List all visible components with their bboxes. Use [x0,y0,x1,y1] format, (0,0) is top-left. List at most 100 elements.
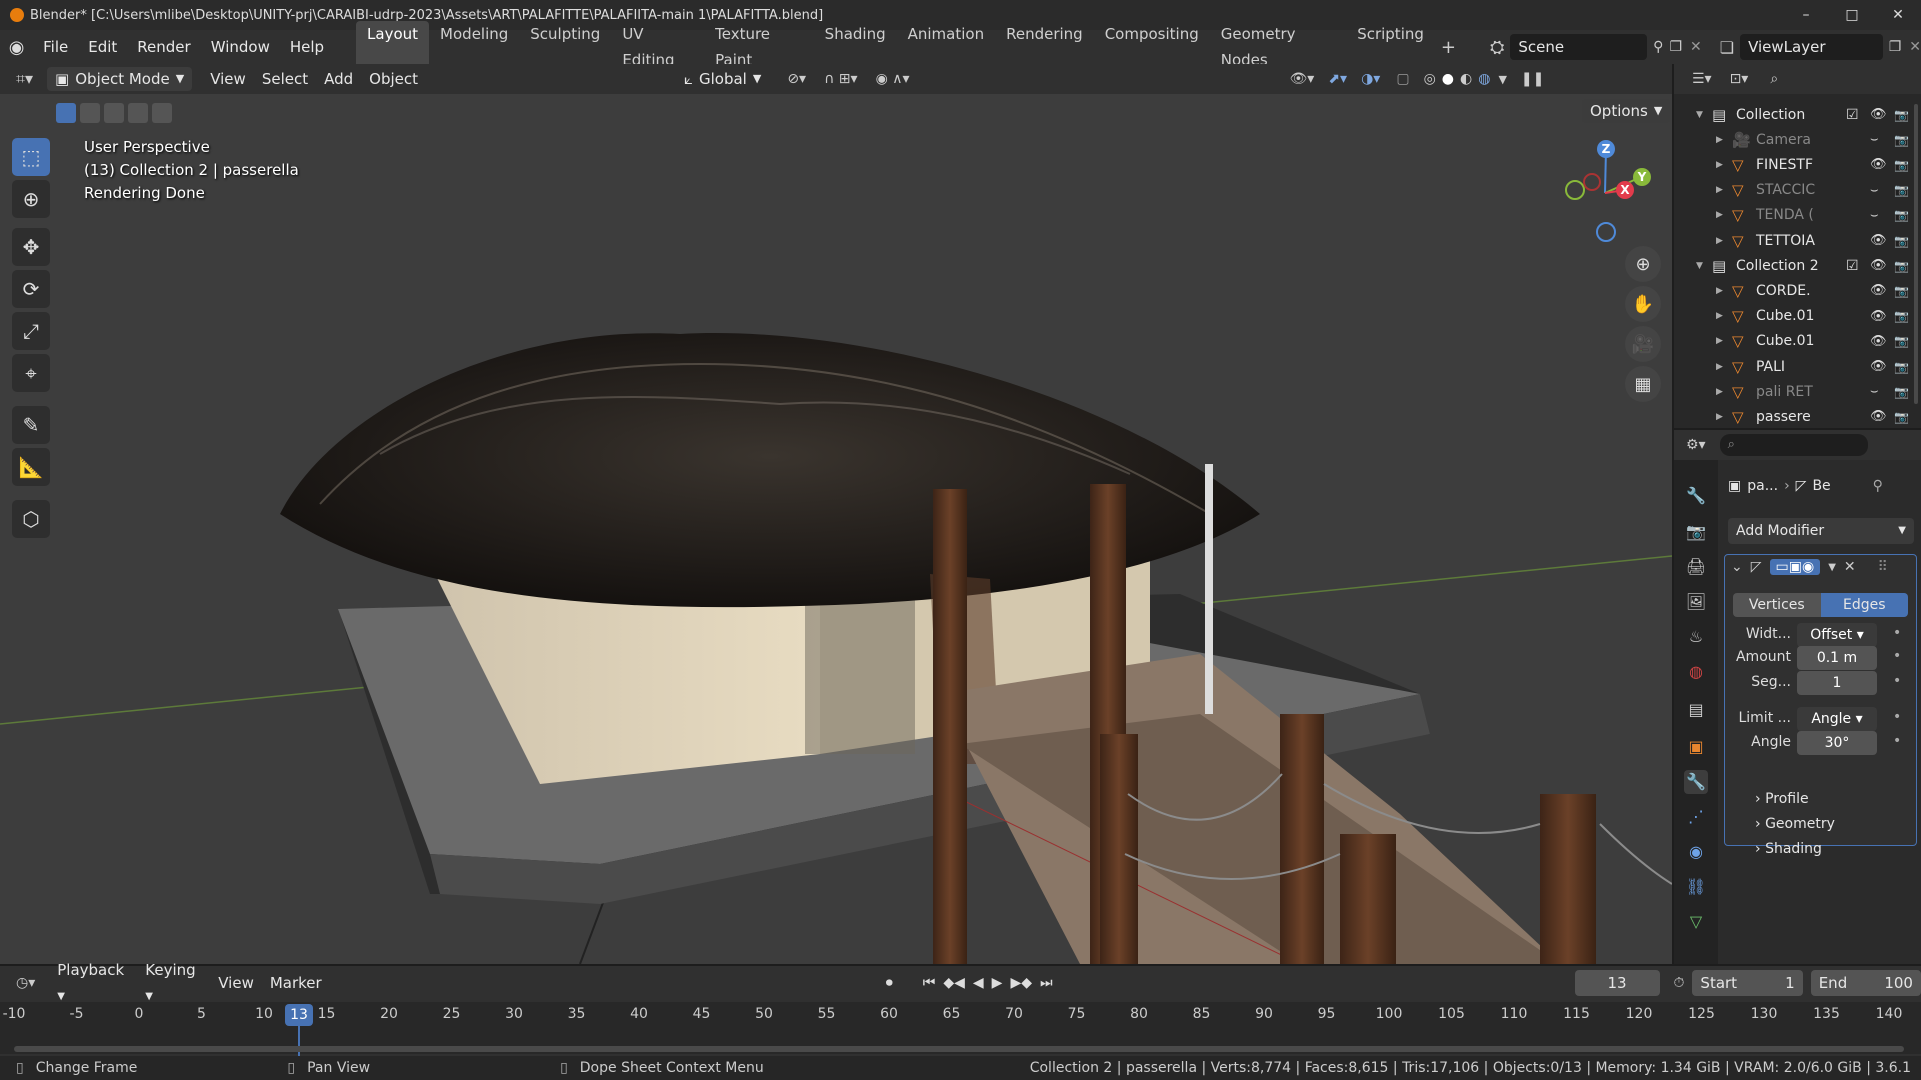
wireframe-shading-icon[interactable]: ◎ [1424,71,1436,87]
expand-down-icon[interactable]: ▼ [1696,110,1703,120]
expand-right-icon[interactable]: ▶ [1716,362,1723,372]
record-icon[interactable]: ⏺ [886,975,893,991]
rotate-tool-icon[interactable]: ⟳ [12,270,50,308]
keyframe-dot-icon[interactable]: • [1893,673,1901,689]
3d-viewport[interactable]: Options ▼ ⬚ ⊕ ✥ ⟳ ⤢ ⌖ ✎ 📐 ⬡ User Perspec… [0,94,1672,964]
camera-view-icon[interactable]: 🎥 [1625,326,1661,362]
zoom-icon[interactable]: ⊕ [1625,246,1661,282]
timeline-editor-icon[interactable]: ◷▾ [16,975,35,991]
expand-right-icon[interactable]: ▶ [1716,286,1723,296]
particles-tab-icon[interactable]: ⋰ [1684,805,1708,829]
select-box-tool-icon[interactable]: ⬚ [12,138,50,176]
add-modifier-button[interactable]: Add Modifier ▼ [1728,518,1914,544]
render-toggle-icon[interactable]: 📷 [1894,259,1909,273]
menu-playback[interactable]: Playback ▼ [49,958,137,1009]
orientation-selector[interactable]: ⟀ Global ▼ [676,67,769,91]
menu-object[interactable]: Object [361,67,426,91]
vertices-toggle[interactable]: Vertices [1733,593,1821,617]
collapse-icon[interactable]: ⌄ [1731,559,1743,575]
menu-select[interactable]: Select [254,67,316,91]
properties-search[interactable]: ⌕ [1719,434,1868,456]
outliner-row[interactable]: ▶ ▽ TETTOIA 👁 📷 [1674,228,1921,253]
display-mode-icon[interactable]: ⊡▾ [1730,71,1749,87]
outliner-row[interactable]: ▶ ▽ CORDE. 👁 📷 [1674,278,1921,303]
profile-subpanel[interactable]: › Profile [1755,791,1809,807]
visible-eye-icon[interactable]: 👁 [1870,409,1887,424]
display-toggles-icon[interactable]: ▭▣◉ [1769,559,1821,575]
hidden-eye-icon[interactable]: ⌣ [1870,183,1879,198]
render-tab-icon[interactable]: 📷 [1684,520,1708,544]
material-shading-icon[interactable]: ◐ [1460,71,1472,87]
render-toggle-icon[interactable]: 📷 [1894,158,1909,172]
keyframe-dot-icon[interactable]: • [1893,709,1901,725]
visible-eye-icon[interactable]: 👁 [1870,309,1887,324]
hidden-eye-icon[interactable]: ⌣ [1870,132,1879,147]
visibility-icon[interactable]: 👁▾ [1290,71,1315,87]
delete-scene-icon[interactable]: ✕ [1690,39,1702,55]
rendered-shading-icon[interactable]: ◍ [1478,71,1490,87]
view-layer-selector[interactable]: ViewLayer [1740,34,1883,60]
solid-shading-icon[interactable]: ● [1442,71,1454,87]
add-workspace-button[interactable]: + [1441,37,1456,58]
view-layer-tab-icon[interactable]: 🖼 [1684,590,1708,614]
expand-right-icon[interactable]: ▶ [1716,160,1723,170]
menu-keying[interactable]: Keying ▼ [137,958,210,1009]
pivot-icon[interactable]: ⊘▾ [787,71,806,87]
visible-eye-icon[interactable]: 👁 [1870,233,1887,248]
constraints-tab-icon[interactable]: ⛓ [1684,875,1708,899]
keyframe-dot-icon[interactable]: • [1893,625,1901,641]
select-new-icon[interactable] [56,103,76,123]
expand-right-icon[interactable]: ▶ [1716,336,1723,346]
outliner-row[interactable]: ▶ ▽ PALI 👁 📷 [1674,354,1921,379]
stopwatch-icon[interactable]: ⏱ [1674,975,1685,991]
next-key-icon[interactable]: ▶◆ [1010,975,1032,991]
expand-right-icon[interactable]: ▶ [1716,311,1723,321]
visible-eye-icon[interactable]: 👁 [1870,359,1887,374]
outliner-row[interactable]: ▶ ▽ STACCIC ⌣ 📷 [1674,178,1921,203]
overlay-toggle-icon[interactable]: ◑▾ [1361,71,1380,87]
hidden-eye-icon[interactable]: ⌣ [1870,384,1879,399]
render-toggle-icon[interactable]: 📷 [1894,133,1909,147]
menu-window[interactable]: Window [201,30,280,64]
pin-icon[interactable]: ⚲ [1653,39,1663,55]
drag-handle-icon[interactable]: ⠿ [1878,559,1888,575]
visible-eye-icon[interactable]: 👁 [1870,107,1887,122]
data-tab-icon[interactable]: ▽ [1684,910,1708,934]
render-toggle-icon[interactable]: 📷 [1894,334,1909,348]
view-layer-icon[interactable]: ❏ [1720,38,1734,57]
menu-timeline-view[interactable]: View [210,971,262,995]
exclude-checkbox[interactable]: ☑ [1846,258,1859,274]
render-toggle-icon[interactable]: 📷 [1894,208,1909,222]
menu-marker[interactable]: Marker [262,971,330,995]
playhead[interactable]: 13 [285,1004,313,1026]
outliner-scrollbar[interactable] [1914,104,1918,404]
exclude-checkbox[interactable]: ☑ [1846,107,1859,123]
new-scene-icon[interactable]: ❐ [1669,39,1682,55]
menu-help[interactable]: Help [280,30,334,64]
physics-tab-icon[interactable]: ◉ [1684,840,1708,864]
tool-tab-icon[interactable]: 🔧 [1684,484,1708,508]
expand-right-icon[interactable]: ▶ [1716,135,1723,145]
render-toggle-icon[interactable]: 📷 [1894,284,1909,298]
field-value[interactable]: Angle ▾ [1797,707,1877,731]
outliner-row[interactable]: ▼ ▤ Collection 2 ☑ 👁 📷 [1674,253,1921,278]
scale-tool-icon[interactable]: ⤢ [12,312,50,350]
render-toggle-icon[interactable]: 📷 [1894,360,1909,374]
render-toggle-icon[interactable]: 📷 [1894,309,1909,323]
collection-tab-icon[interactable]: ▤ [1684,698,1708,722]
menu-render[interactable]: Render [127,30,200,64]
shading-options-icon[interactable]: ▼ [1498,73,1506,86]
expand-right-icon[interactable]: ▶ [1716,412,1723,422]
field-value[interactable]: Offset ▾ [1797,623,1877,647]
pan-hand-icon[interactable]: ✋ [1625,286,1661,322]
select-subtract-icon[interactable] [104,103,124,123]
play-reverse-icon[interactable]: ◀ [973,975,984,991]
new-view-layer-icon[interactable]: ❐ [1889,39,1902,55]
blender-menu-icon[interactable]: ◉ [0,37,33,58]
start-frame-field[interactable]: Start 1 [1692,970,1803,996]
pause-render-icon[interactable]: ❚❚ [1521,71,1544,87]
jump-end-icon[interactable]: ⏭ [1040,975,1053,991]
end-frame-field[interactable]: End 100 [1810,970,1921,996]
proportional-edit-icon[interactable]: ◉ ∧▾ [876,71,910,87]
search-icon[interactable]: ⌕ [1770,71,1778,87]
